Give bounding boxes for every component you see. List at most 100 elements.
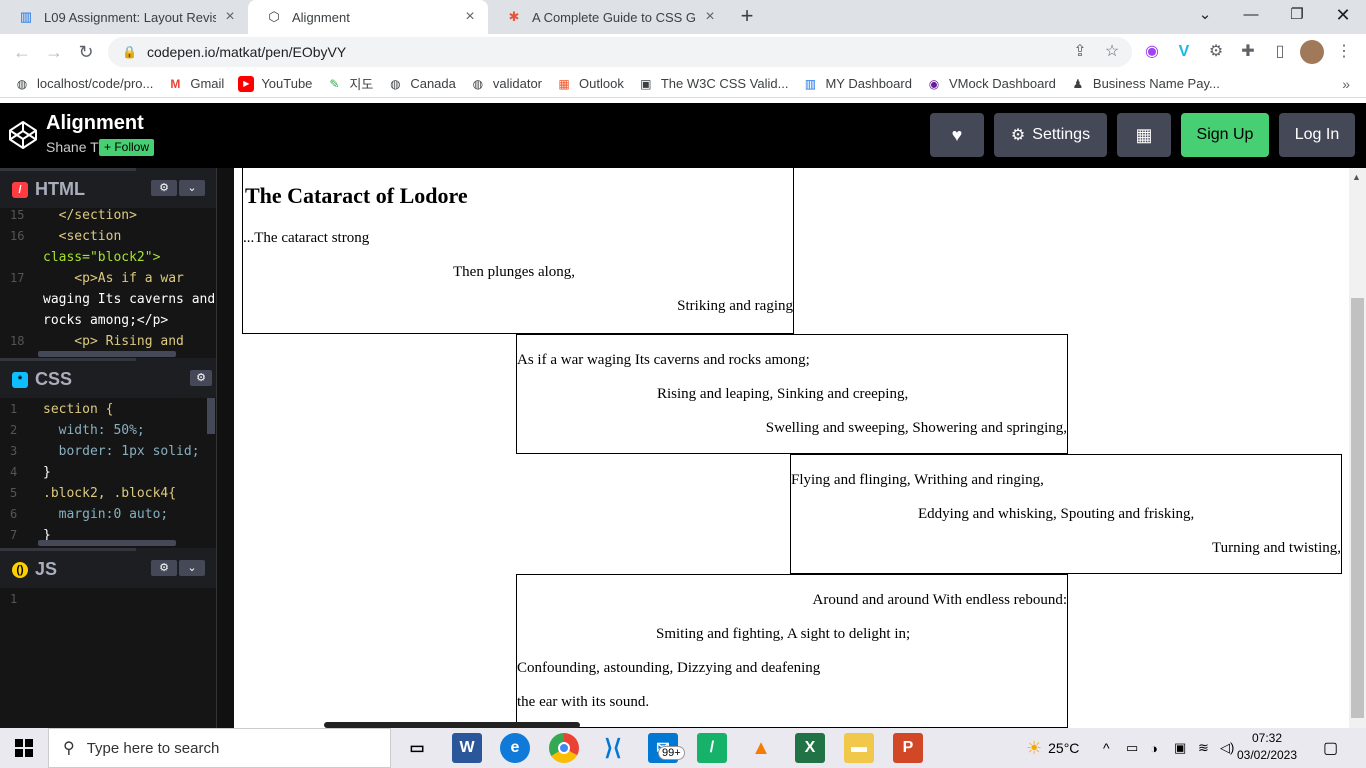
chevron-up-icon[interactable]: ▲ (1352, 172, 1361, 182)
minimize-button[interactable]: — (1228, 0, 1274, 30)
css-editor-tab[interactable]: * CSS (0, 358, 136, 398)
line-number: 1 (10, 402, 18, 416)
codepen-logo-icon[interactable] (8, 120, 38, 150)
system-clock[interactable]: 07:32 03/02/2023 (1232, 730, 1302, 764)
tab-css-grid-guide[interactable]: ✱ A Complete Guide to CSS Grid | C × (488, 0, 728, 34)
reload-button[interactable]: ↻ (74, 40, 98, 64)
scrollbar-thumb[interactable] (1351, 298, 1364, 718)
follow-button[interactable]: + Follow (99, 139, 155, 156)
new-tab-button[interactable]: + (735, 5, 759, 29)
js-icon: () (12, 561, 28, 578)
vertical-scrollbar[interactable] (207, 398, 215, 434)
bookmark-vmock[interactable]: ◉ VMock Dashboard (926, 76, 1056, 92)
weather-icon: ☀ (1026, 737, 1043, 758)
share-icon[interactable]: ⇪ (1068, 40, 1092, 64)
bookmark-localhost[interactable]: ◍ localhost/code/pro... (14, 76, 154, 92)
css-code-editor[interactable]: 1 section { 2 width: 50%; 3 border: 1px … (0, 398, 216, 548)
menu-icon[interactable]: ⋮ (1332, 40, 1356, 64)
bookmark-maps[interactable]: ✎ 지도 (326, 74, 373, 93)
line-number: 7 (10, 528, 18, 542)
excel-icon[interactable]: X (795, 733, 825, 763)
window-close-button[interactable]: ✕ (1320, 0, 1366, 30)
poem-line: Eddying and whisking, Spouting and frisk… (918, 506, 1195, 522)
gear-icon[interactable]: ⚙ (151, 180, 177, 196)
wifi-icon[interactable]: ≋ (1198, 728, 1209, 768)
bookmark-validator[interactable]: ◍ validator (470, 76, 542, 92)
task-view-icon[interactable]: ▭ (402, 733, 432, 763)
vscode-icon[interactable]: ⟩⟨ (598, 733, 628, 763)
line-number: 5 (10, 486, 18, 500)
bookmark-canada[interactable]: ◍ Canada (387, 76, 456, 92)
bookmark-youtube[interactable]: ▶ YouTube (238, 75, 312, 92)
weather-widget[interactable]: ☀ 25°C (1026, 728, 1079, 768)
bookmark-w3c[interactable]: ▣ The W3C CSS Valid... (638, 76, 788, 92)
css-editor-header: * CSS ⚙ (0, 358, 216, 398)
chevron-down-icon[interactable]: ⌄ (179, 560, 205, 576)
side-panel-icon[interactable]: ▯ (1268, 40, 1292, 64)
bookmark-business-name[interactable]: ♟ Business Name Pay... (1070, 76, 1220, 92)
gear-icon[interactable]: ⚙ (190, 370, 212, 386)
css-icon: * (12, 371, 28, 388)
folder-icon[interactable]: ▬ (844, 733, 874, 763)
log-in-button[interactable]: Log In (1279, 113, 1355, 157)
restore-button[interactable]: ❐ (1274, 0, 1320, 30)
battery-icon[interactable]: ▭ (1126, 728, 1138, 768)
back-button[interactable]: ← (10, 40, 34, 64)
poem-line: Rising and leaping, Sinking and creeping… (657, 386, 909, 402)
html-code-editor[interactable]: 15 </section> 16 <section class="block2"… (0, 208, 216, 358)
sign-up-button[interactable]: Sign Up (1181, 113, 1269, 157)
taskbar-search[interactable]: ⚲ Type here to search (48, 728, 391, 768)
notifications-icon[interactable]: ▢ (1323, 728, 1338, 768)
close-icon[interactable]: × (702, 8, 718, 26)
powerpoint-icon[interactable]: P (893, 733, 923, 763)
close-icon[interactable]: × (222, 8, 238, 26)
bookmark-my-dashboard[interactable]: ▥ MY Dashboard (802, 76, 912, 92)
tab-title: A Complete Guide to CSS Grid | C (532, 9, 696, 25)
horizontal-scrollbar[interactable] (38, 540, 176, 546)
start-button[interactable] (0, 728, 48, 768)
avatar[interactable] (1300, 40, 1324, 64)
line-number: 2 (10, 423, 18, 437)
chevron-up-icon[interactable]: ^ (1103, 728, 1110, 768)
html-editor-tab[interactable]: / HTML (0, 168, 136, 208)
bookmarks-bar: ◍ localhost/code/pro... M Gmail ▶ YouTube ✎… (0, 70, 1366, 98)
forward-button[interactable]: → (42, 40, 66, 64)
extension-icon[interactable]: ◉ (1140, 40, 1164, 64)
poem-line: Then plunges along, (453, 264, 576, 280)
js-editor-tab[interactable]: () JS (0, 548, 136, 588)
preview-vertical-scrollbar[interactable]: ▲ (1349, 168, 1366, 728)
css-tricks-icon: ✱ (508, 9, 520, 24)
bookmark-outlook[interactable]: ▦ Outlook (556, 76, 623, 92)
chevron-down-icon[interactable]: ⌄ (1182, 0, 1228, 30)
editor-resize-handle[interactable] (216, 168, 234, 728)
security-icon[interactable]: ◑ (1150, 728, 1158, 768)
settings-button[interactable]: ⚙ Settings (994, 113, 1107, 157)
word-icon[interactable]: W (452, 733, 482, 763)
vimeo-icon[interactable]: V (1172, 40, 1196, 64)
app-icon[interactable]: / (697, 733, 727, 763)
layout-button[interactable]: ▦ (1117, 113, 1171, 157)
chevron-down-icon[interactable]: ⌄ (179, 180, 205, 196)
close-icon[interactable]: × (462, 8, 478, 26)
code-line: .block2, .block4{ (43, 486, 177, 501)
puzzle-icon[interactable]: ✚ (1236, 40, 1260, 64)
chrome-icon[interactable] (549, 733, 579, 763)
js-code-editor[interactable]: 1 (0, 588, 216, 728)
more-bookmarks-icon[interactable]: » (1342, 76, 1350, 92)
tab-alignment[interactable]: ⬡ Alignment × (248, 0, 488, 34)
bookmark-gmail[interactable]: M Gmail (167, 76, 224, 92)
gear-icon[interactable]: ⚙ (151, 560, 177, 576)
meet-icon[interactable]: ▣ (1174, 728, 1186, 768)
bookmark-label: Canada (410, 76, 456, 91)
address-bar[interactable]: 🔒 codepen.io/matkat/pen/EObyVY (108, 37, 1132, 67)
edge-icon[interactable]: e (500, 733, 530, 763)
vlc-icon[interactable]: ▲ (746, 733, 776, 763)
pen-title[interactable]: Alignment (46, 112, 144, 135)
code-line: <p> Rising and (43, 334, 184, 349)
tab-l09-assignment[interactable]: ▥ L09 Assignment: Layout Revisited × (0, 0, 248, 34)
horizontal-scrollbar[interactable] (38, 351, 176, 357)
gear-extension-icon[interactable]: ⚙ (1204, 40, 1228, 64)
heart-button[interactable]: ♥ (930, 113, 984, 157)
star-icon[interactable]: ☆ (1100, 40, 1124, 64)
pen-author[interactable]: Shane T (46, 139, 99, 155)
